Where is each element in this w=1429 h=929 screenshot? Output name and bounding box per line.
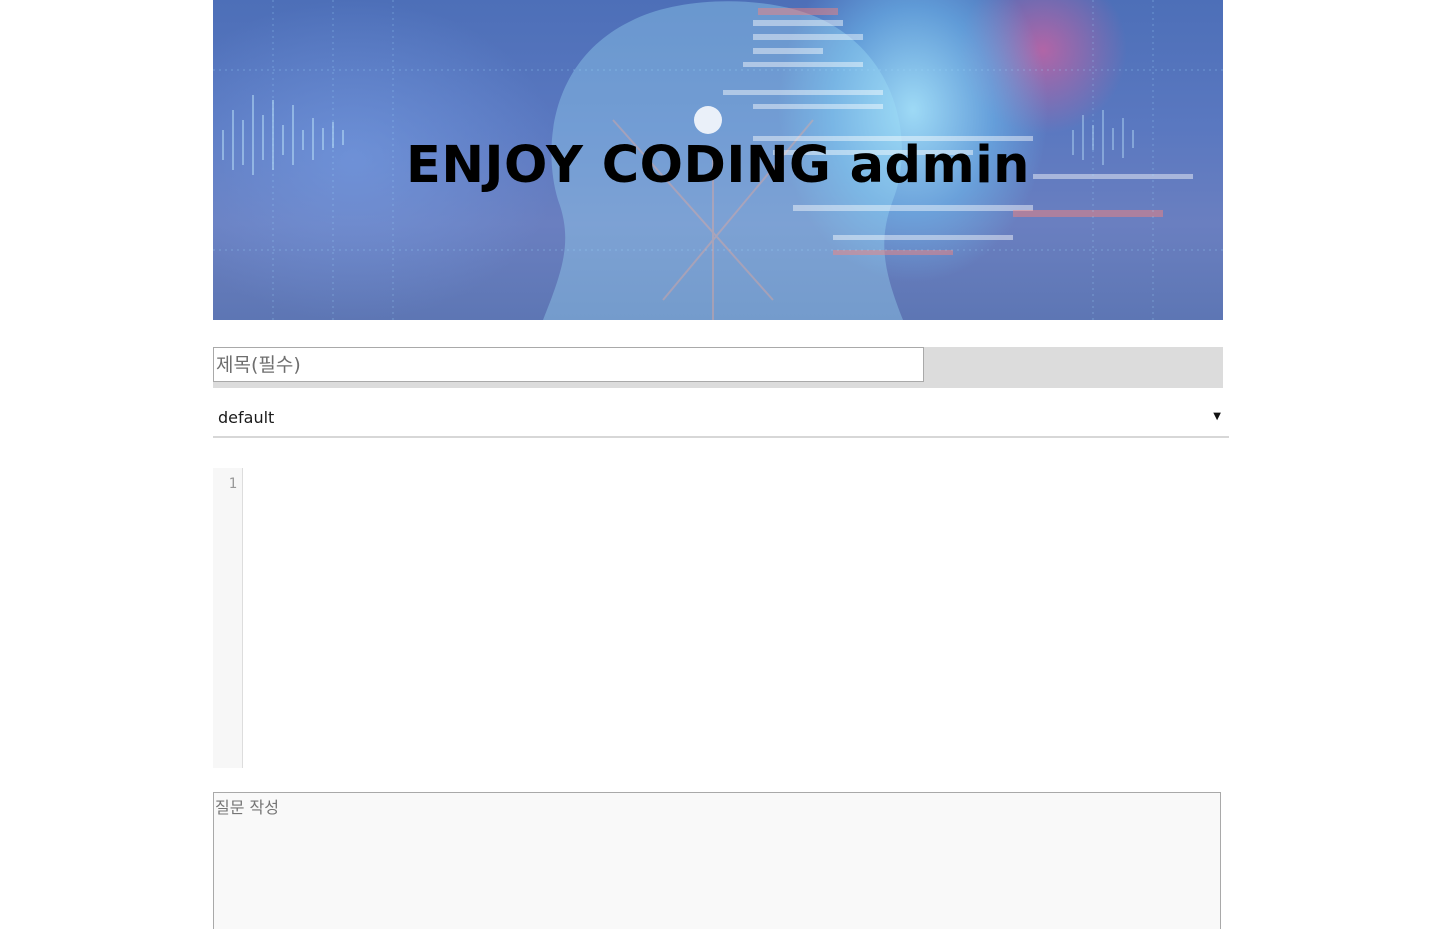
header-banner: ENJOY CODING admin <box>213 0 1223 320</box>
caret-down-icon: ▼ <box>1213 411 1221 422</box>
title-input[interactable] <box>213 347 924 382</box>
language-select[interactable]: default ▼ <box>213 400 1229 438</box>
page-title: ENJOY CODING admin <box>406 136 1030 195</box>
code-editor[interactable]: 1 <box>213 468 1223 768</box>
question-textarea[interactable] <box>213 792 1221 929</box>
page: ENJOY CODING admin default ▼ 1 <box>0 0 1429 929</box>
line-number: 1 <box>228 476 237 492</box>
title-row <box>213 347 1223 388</box>
editor-gutter: 1 <box>213 468 243 768</box>
language-select-value: default <box>218 408 275 427</box>
